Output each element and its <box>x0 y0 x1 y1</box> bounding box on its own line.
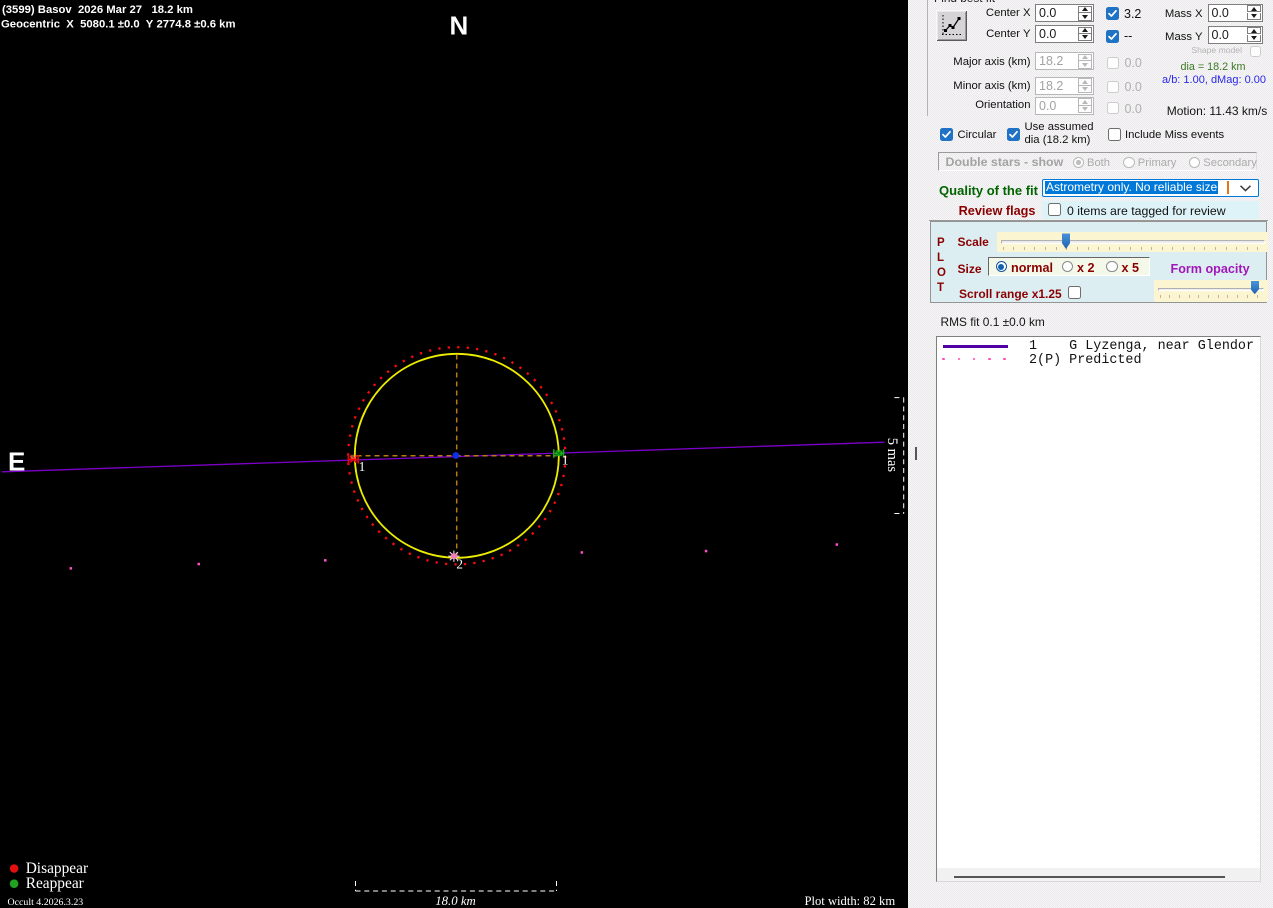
svg-text:1: 1 <box>562 453 569 468</box>
svg-text:2: 2 <box>456 557 463 572</box>
svg-text:5 mas: 5 mas <box>884 438 900 473</box>
svg-text:Plot width: 82 km: Plot width: 82 km <box>805 894 896 908</box>
svg-text:18.0 km: 18.0 km <box>435 894 476 908</box>
svg-text:Occult 4.2026.3.23: Occult 4.2026.3.23 <box>8 897 84 908</box>
svg-text:1: 1 <box>359 459 366 474</box>
svg-text:N: N <box>450 11 469 41</box>
svg-text:Reappear: Reappear <box>26 875 84 892</box>
svg-text:(3599) Basov 2026 Mar 27 18: (3599) Basov 2026 Mar 27 18.2 km <box>2 4 193 16</box>
svg-text:Geocentric X 5080.1 ±0.0 Y: Geocentric X 5080.1 ±0.0 Y 2774.8 ±0.6 k… <box>1 19 236 31</box>
